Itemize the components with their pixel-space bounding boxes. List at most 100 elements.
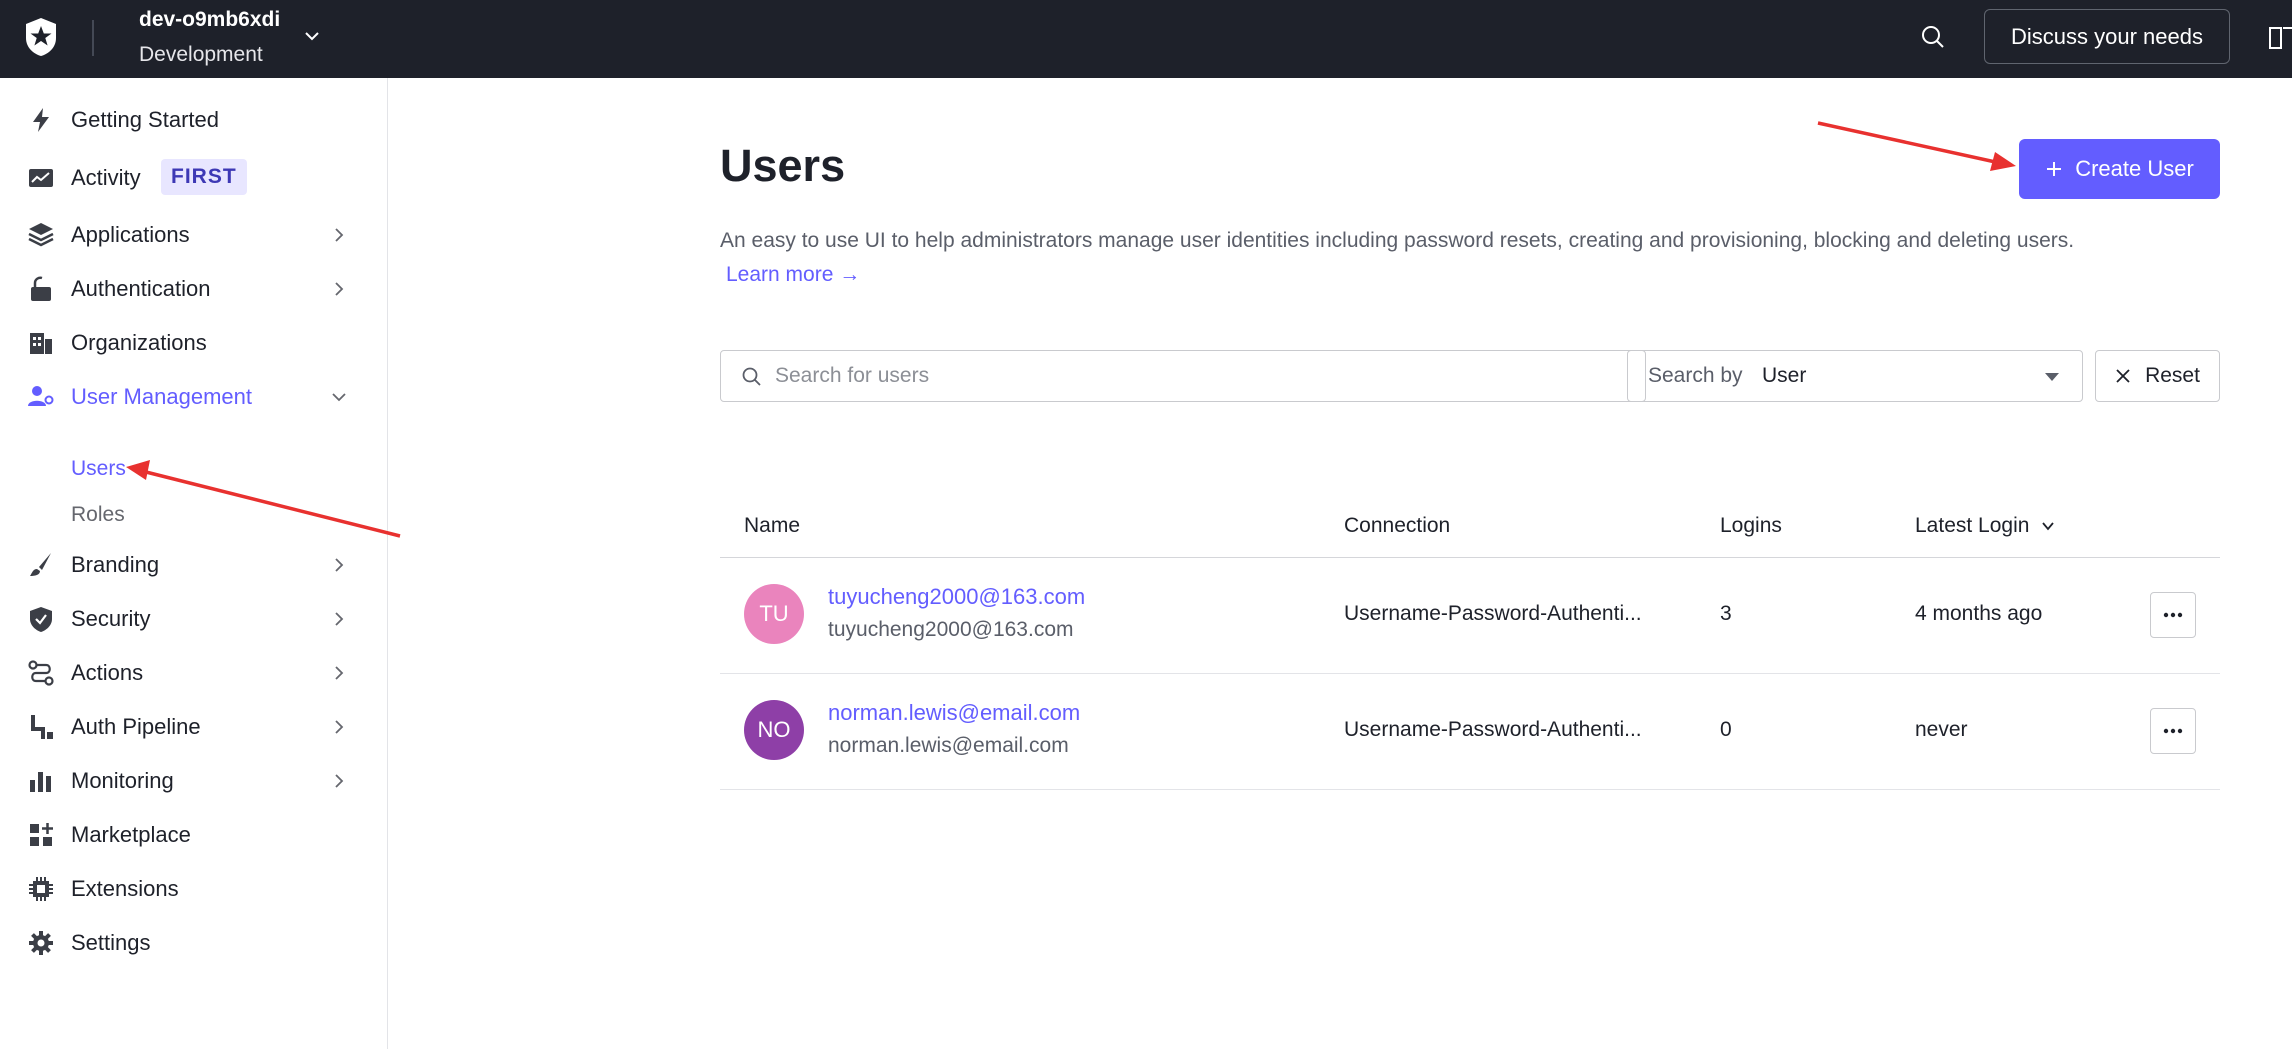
tenant-name: dev-o9mb6xdi [139,8,281,31]
sidebar-item-label: Auth Pipeline [71,714,201,739]
description-text: An easy to use UI to help administrators… [720,229,2075,252]
sidebar-item-label: Activity [71,165,141,190]
chevron-right-icon [335,558,344,572]
chevron-down-icon [332,393,346,402]
sidebar-item-actions[interactable]: Actions [0,650,388,696]
avatar: NO [744,700,804,760]
user-connection: Username-Password-Authenti... [1344,602,1642,625]
sidebar-item-branding[interactable]: Branding [0,542,388,588]
sidebar-item-label: Branding [71,552,160,577]
sidebar-item-label: Actions [71,660,144,685]
avatar: TU [744,584,804,644]
table-header: Name Connection Logins Latest Login [720,498,2220,558]
column-header-latest-login[interactable]: Latest Login [1915,514,2055,538]
caret-down-icon [2045,373,2059,381]
plus-icon [2047,162,2062,176]
sidebar-item-label: Security [71,606,151,631]
user-search-box[interactable] [720,350,1646,402]
sidebar-item-label: Settings [71,930,151,955]
search-by-value: User [1762,364,1807,387]
user-connection: Username-Password-Authenti... [1344,718,1642,741]
chevron-right-icon [335,282,344,296]
shield-check-icon [30,607,52,632]
building-icon [30,333,52,354]
create-user-label: Create User [2075,156,2194,181]
user-email: norman.lewis@email.com [828,734,1069,757]
flow-icon [28,660,54,686]
user-logins: 0 [1720,718,1732,741]
chevron-down-icon[interactable] [302,26,322,46]
sidebar-item-auth-pipeline[interactable]: Auth Pipeline [0,704,388,750]
sidebar-item-user-management[interactable]: User Management [0,374,388,420]
create-user-button[interactable]: Create User [2019,139,2220,199]
sidebar-subitem-users[interactable]: Users [71,457,126,481]
sidebar-item-applications[interactable]: Applications [0,212,388,258]
latest-login-label: Latest Login [1915,514,2030,537]
sidebar-item-authentication[interactable]: Authentication [0,266,388,312]
column-header-connection: Connection [1344,514,1451,537]
search-icon [742,367,761,386]
user-latest-login: 4 months ago [1915,602,2043,625]
sidebar-item-label: Extensions [71,876,179,901]
sidebar-item-settings[interactable]: Settings [0,920,388,966]
user-latest-login: never [1915,718,1968,741]
main-content: Users Create User An easy to use UI to h… [388,78,2292,1049]
row-actions-button[interactable] [2150,592,2196,638]
sidebar-subitem-roles[interactable]: Roles [71,503,125,527]
learn-more-link[interactable]: Learn more → [726,263,860,286]
sidebar-item-label: Applications [71,222,190,247]
reset-label: Reset [2145,364,2200,387]
user-email-link[interactable]: tuyucheng2000@163.com [828,584,1085,610]
grid-plus-icon [30,823,53,846]
reset-button[interactable]: Reset [2095,350,2220,402]
book-icon[interactable] [2268,24,2292,52]
more-horizontal-icon [2163,612,2183,618]
more-horizontal-icon [2163,728,2183,734]
sidebar-item-label: Authentication [71,276,211,301]
bolt-icon [33,108,49,132]
pipeline-icon [31,715,53,739]
sidebar-item-label: Marketplace [71,822,191,847]
sidebar-item-monitoring[interactable]: Monitoring [0,758,388,804]
page-description: An easy to use UI to help administrators… [720,224,2250,292]
column-header-logins: Logins [1720,514,1782,537]
close-icon [2116,369,2130,383]
user-email: tuyucheng2000@163.com [828,618,1074,641]
chevron-down-icon [2042,522,2054,531]
row-actions-button[interactable] [2150,708,2196,754]
search-by-label: Search by [1648,364,1743,387]
chevron-right-icon [335,720,344,734]
gear-icon [29,931,53,955]
sidebar-item-marketplace[interactable]: Marketplace [0,812,388,858]
brush-icon [30,553,51,576]
sidebar-item-label: Monitoring [71,768,174,793]
sidebar-item-getting-started[interactable]: Getting Started [0,97,388,143]
top-bar: dev-o9mb6xdi Development Discuss your ne… [0,0,2292,78]
unlock-icon [31,276,51,301]
sidebar-item-label: Organizations [71,330,207,355]
sidebar-item-label: Getting Started [71,107,219,132]
first-badge: FIRST [161,159,247,195]
tenant-switcher[interactable]: dev-o9mb6xdi Development [139,8,280,70]
table-row[interactable]: NO norman.lewis@email.com norman.lewis@e… [720,674,2220,790]
layers-icon [28,223,54,247]
topbar-divider [92,20,94,56]
auth0-logo-icon[interactable] [20,16,62,58]
chip-icon [29,877,53,901]
discuss-needs-button[interactable]: Discuss your needs [1984,9,2230,64]
sidebar-item-extensions[interactable]: Extensions [0,866,388,912]
activity-chart-icon [29,169,53,187]
chevron-right-icon [335,612,344,626]
search-icon[interactable] [1918,22,1948,52]
sidebar-item-activity[interactable]: Activity FIRST [0,155,388,201]
page-title: Users [720,140,846,191]
user-email-link[interactable]: norman.lewis@email.com [828,700,1080,726]
sidebar-item-organizations[interactable]: Organizations [0,320,388,366]
search-input[interactable] [775,353,1635,399]
bar-chart-icon [30,772,51,792]
search-by-select[interactable]: Search by User [1627,350,2083,402]
sidebar-item-label: User Management [71,384,252,409]
sidebar-item-security[interactable]: Security [0,596,388,642]
chevron-right-icon [335,666,344,680]
table-row[interactable]: TU tuyucheng2000@163.com tuyucheng2000@1… [720,558,2220,674]
